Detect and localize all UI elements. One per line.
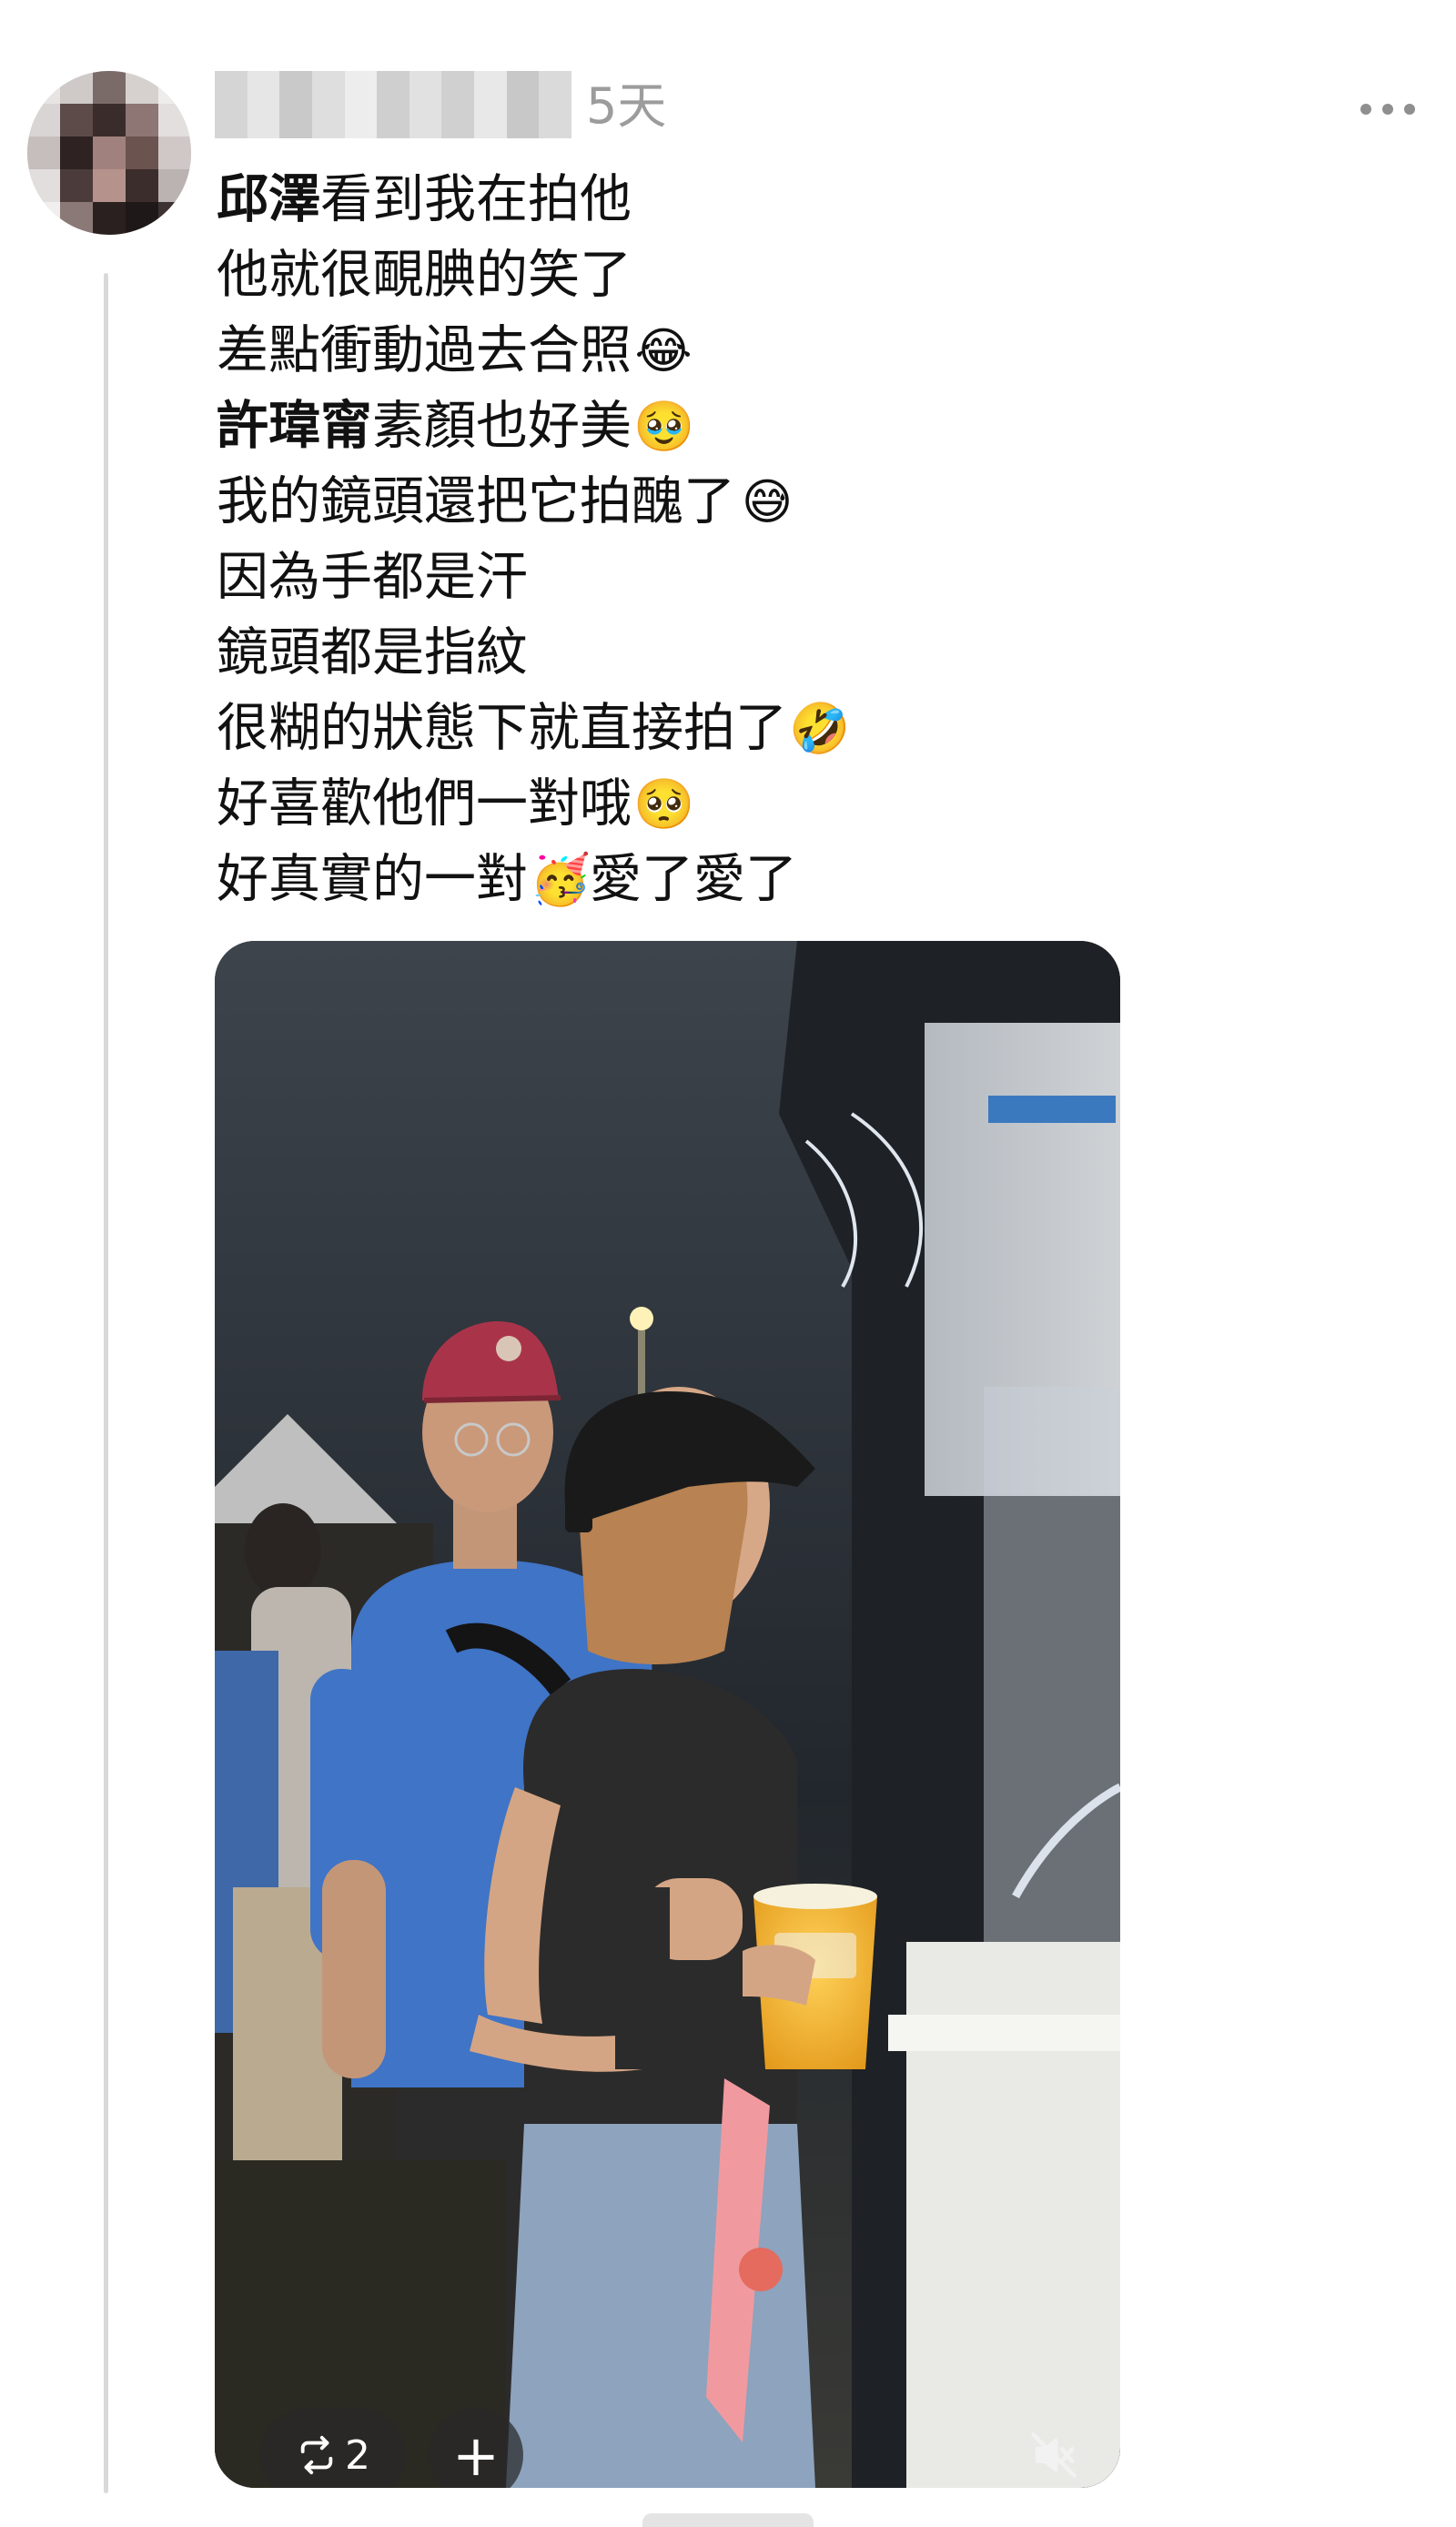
post-line: 我的鏡頭還把它拍醜了 😅 [217, 464, 1363, 540]
laughing-tears-emoji-icon: 😂 [634, 321, 693, 379]
threads-post: 5天 邱澤 看到我在拍他 他就很靦腆的笑了 差點衝動過去合照 😂 許瑋甯 素顏也好美… [0, 0, 1456, 2527]
avatar[interactable] [27, 71, 191, 235]
post-line: 鏡頭都是指紋 [217, 622, 528, 682]
post-body: 邱澤 看到我在拍他 他就很靦腆的笑了 差點衝動過去合照 😂 許瑋甯 素顏也好美 🥹 … [217, 162, 1363, 917]
plus-icon: + [452, 2421, 500, 2489]
mention-name: 邱澤 [217, 169, 320, 229]
repost-count: 2 [345, 2431, 370, 2479]
post-line: 因為手都是汗 [217, 547, 528, 607]
post-line: 他就很靦腆的笑了 [217, 245, 632, 305]
post-line: 差點衝動過去合照 😂 [217, 320, 693, 380]
sweat-smile-emoji-icon: 😅 [741, 472, 794, 531]
mute-button[interactable] [1016, 2408, 1092, 2488]
more-options-button[interactable] [1338, 89, 1438, 129]
rolling-laughing-emoji-icon: 🤣 [789, 699, 851, 757]
photo-illustration [215, 941, 1120, 2488]
more-horizontal-icon [1360, 104, 1371, 115]
speaker-muted-icon [1029, 2431, 1078, 2480]
party-face-emoji-icon: 🥳 [530, 850, 592, 908]
thread-line [104, 273, 108, 2493]
post-line: 好喜歡他們一對哦 🥺 [217, 773, 695, 834]
repost-button[interactable]: 2 [260, 2408, 406, 2488]
post-line: 邱澤 看到我在拍他 [217, 162, 1363, 238]
pleading-face-emoji-icon: 🥺 [633, 774, 695, 833]
post-timestamp: 5天 [586, 77, 667, 135]
bottom-sheet-handle[interactable] [642, 2513, 814, 2527]
post-photo[interactable]: 2 + [215, 941, 1120, 2488]
username-blurred[interactable] [215, 71, 572, 138]
post-line: 許瑋甯 素顏也好美 🥹 [217, 389, 1363, 464]
holding-back-tears-emoji-icon: 🥹 [633, 397, 695, 455]
mention-name: 許瑋甯 [217, 396, 372, 456]
post-line: 好真實的一對 🥳 愛了愛了 [217, 849, 797, 909]
post-line: 很糊的狀態下就直接拍了 🤣 [217, 698, 851, 758]
repost-icon [296, 2434, 338, 2476]
